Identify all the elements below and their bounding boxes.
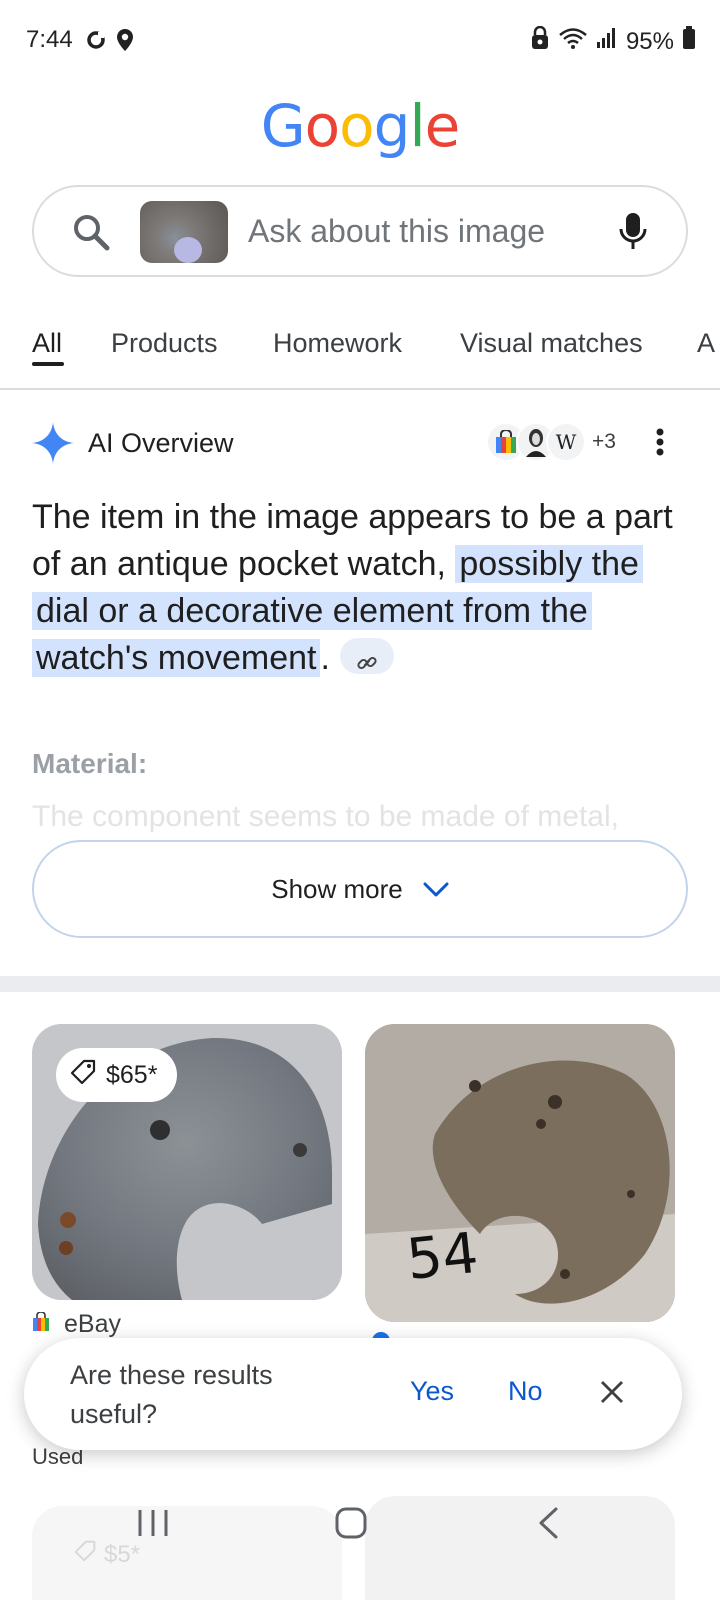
more-vert-icon[interactable] bbox=[656, 428, 664, 461]
logo-letter: g bbox=[373, 92, 411, 160]
show-more-label: Show more bbox=[271, 873, 403, 904]
material-text: The component seems to be made of metal, bbox=[32, 800, 619, 833]
price-badge: $65* bbox=[56, 1048, 178, 1102]
sync-icon bbox=[86, 30, 106, 55]
tab-next-partial[interactable]: A bbox=[697, 328, 715, 359]
tab-homework[interactable]: Homework bbox=[273, 328, 402, 359]
sources-more-count[interactable]: +3 bbox=[592, 430, 616, 454]
ai-overview-fade: Material: The component seems to be made… bbox=[32, 748, 692, 838]
handwritten-54: 54 bbox=[404, 1221, 482, 1293]
location-icon bbox=[116, 28, 134, 57]
logo-letter: e bbox=[424, 92, 461, 160]
search-bar[interactable]: Ask about this image bbox=[32, 185, 688, 277]
logo-letter: G bbox=[260, 92, 306, 160]
battery-percent: 95% bbox=[625, 27, 674, 55]
close-icon[interactable] bbox=[600, 1380, 624, 1409]
wikipedia-icon[interactable]: W bbox=[546, 422, 587, 462]
home-icon[interactable] bbox=[334, 1506, 368, 1545]
tab-products[interactable]: Products bbox=[111, 328, 218, 359]
source-name: eBay bbox=[64, 1310, 121, 1338]
material-heading: Material: bbox=[32, 748, 148, 779]
logo-letter: o bbox=[339, 92, 374, 160]
tab-visual-matches[interactable]: Visual matches bbox=[460, 328, 643, 359]
section-divider bbox=[0, 976, 720, 992]
result-card-ebay[interactable]: $65* bbox=[32, 1024, 342, 1300]
gemini-sparkle-icon bbox=[32, 422, 74, 469]
ai-overview-header: AI Overview W +3 bbox=[32, 420, 688, 468]
mic-icon[interactable] bbox=[618, 211, 648, 256]
status-bar: 7:44 95% bbox=[0, 0, 720, 82]
price-value: $65* bbox=[106, 1060, 158, 1089]
logo-letter: o bbox=[304, 92, 340, 160]
recent-apps-icon[interactable] bbox=[136, 1506, 170, 1545]
feedback-question: Are these results useful? bbox=[70, 1360, 273, 1429]
search-tabs: All Products Homework Visual matches A bbox=[0, 318, 720, 390]
result-card-2[interactable]: 54 bbox=[365, 1024, 675, 1322]
ebay-bag-icon bbox=[32, 1310, 50, 1339]
ai-overview-text: The item in the image appears to be a pa… bbox=[32, 494, 692, 682]
search-image-thumbnail[interactable] bbox=[140, 201, 228, 263]
logo-letter: l bbox=[409, 92, 425, 160]
search-input[interactable]: Ask about this image bbox=[248, 213, 545, 250]
tab-all[interactable]: All bbox=[32, 328, 62, 359]
google-logo[interactable]: Google bbox=[0, 92, 720, 160]
ai-text-end: . bbox=[320, 639, 330, 677]
back-icon[interactable] bbox=[536, 1506, 560, 1545]
feedback-yes-button[interactable]: Yes bbox=[410, 1376, 454, 1407]
wifi-icon bbox=[558, 27, 588, 56]
status-time: 7:44 bbox=[26, 26, 73, 53]
citation-link-chip[interactable] bbox=[339, 638, 394, 675]
link-icon bbox=[357, 656, 377, 670]
search-icon[interactable] bbox=[72, 213, 110, 256]
signal-icon bbox=[596, 27, 618, 56]
battery-icon bbox=[682, 26, 696, 57]
result-source-ebay[interactable]: eBay bbox=[32, 1310, 121, 1339]
price-tag-icon bbox=[70, 1059, 96, 1092]
ai-sources[interactable]: W +3 bbox=[486, 422, 616, 462]
feedback-prompt: Are these results useful? Yes No bbox=[24, 1338, 682, 1450]
active-tab-indicator bbox=[32, 362, 64, 366]
chevron-down-icon bbox=[423, 874, 449, 905]
system-nav-bar bbox=[0, 1490, 720, 1570]
ai-overview-title: AI Overview bbox=[88, 428, 234, 458]
lock-notification-icon bbox=[530, 25, 550, 57]
feedback-no-button[interactable]: No bbox=[508, 1376, 543, 1407]
show-more-button[interactable]: Show more bbox=[32, 840, 688, 938]
watch-part-image-2: 54 bbox=[365, 1024, 675, 1322]
